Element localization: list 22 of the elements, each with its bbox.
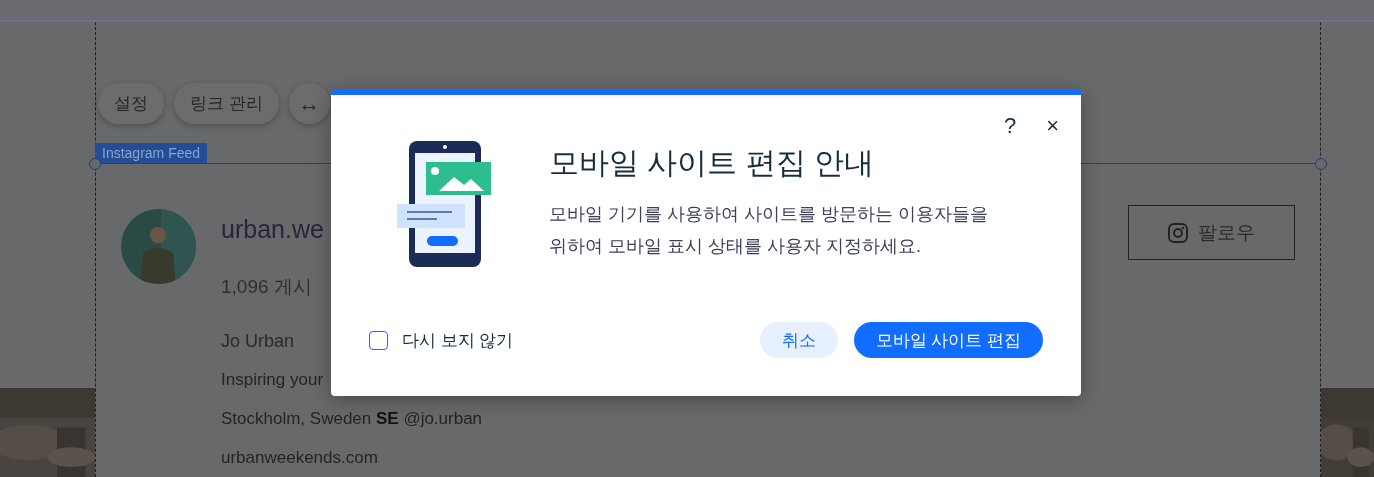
instagram-icon bbox=[1168, 222, 1188, 243]
profile-name: Jo Urban bbox=[221, 331, 295, 351]
dialog-title: 모바일 사이트 편집 안내 bbox=[549, 145, 875, 181]
cancel-button[interactable]: 취소 bbox=[759, 322, 838, 358]
dialog-description: 모바일 기기를 사용하여 사이트를 방문하는 이용자들을 위하여 모바일 표시 상태를 사용자 지정하세요. bbox=[549, 203, 989, 258]
stretch-button[interactable]: ↔ bbox=[288, 83, 330, 124]
element-label: Instagram Feed bbox=[95, 143, 208, 163]
help-button[interactable]: ? bbox=[999, 113, 1021, 139]
resize-handle[interactable] bbox=[1315, 158, 1327, 170]
checkbox-label: 다시 보지 않기 bbox=[402, 329, 515, 352]
username: urban.we bbox=[221, 215, 324, 244]
post-count: 1,096 게시 bbox=[221, 276, 312, 298]
bio-text: Inspiring your bbox=[221, 370, 324, 390]
resize-handle[interactable] bbox=[89, 158, 101, 170]
toolbar-button[interactable]: 링크 관리 bbox=[174, 83, 279, 124]
toolbar-button[interactable]: 설정 bbox=[98, 83, 164, 124]
checkbox[interactable] bbox=[369, 330, 388, 350]
edit-mobile-button[interactable]: 모바일 사이트 편집 bbox=[853, 322, 1043, 358]
close-button[interactable]: × bbox=[1042, 113, 1063, 139]
location-text: Stockholm, Sweden SE @jo.urban bbox=[221, 409, 483, 429]
website-link[interactable]: urbanweekends.com bbox=[221, 448, 378, 468]
follow-button[interactable]: 팔로우 bbox=[1128, 205, 1295, 260]
